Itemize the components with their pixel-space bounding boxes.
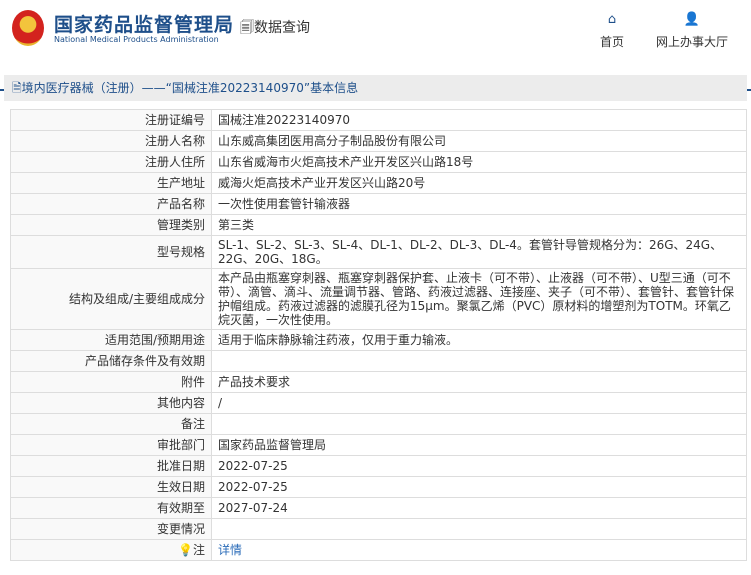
row-value: 威海火炬高技术产业开发区兴山路20号 [211,172,747,194]
row-value: 本产品由瓶塞穿刺器、瓶塞穿刺器保护套、止液卡（可不带）、止液器（可不带）、U型三… [211,268,747,330]
home-icon: ⌂ [607,12,617,27]
section-title: 境内医疗器械（注册）——“国械注准20223140970”基本信息 [21,81,359,95]
row-label: 批准日期 [10,455,212,477]
table-row: 注册人住所 山东省威海市火炬高技术产业开发区兴山路18号 [10,151,747,173]
national-emblem-logo [12,10,44,46]
site-title[interactable]: 国家药品监督管理局 [54,10,234,37]
row-label: 生产地址 [10,172,212,194]
row-value: 产品技术要求 [211,371,747,393]
row-label: 注册人名称 [10,130,212,152]
row-value [211,518,747,540]
table-row: 有效期至 2027-07-24 [10,497,747,519]
table-row: 备注 [10,413,747,435]
row-label: 审批部门 [10,434,212,456]
row-value: 山东威高集团医用高分子制品股份有限公司 [211,130,747,152]
row-value: 2027-07-24 [211,497,747,519]
site-title-en: National Medical Products Administration [54,35,219,44]
table-row: 适用范围/预期用途 适用于临床静脉输注药液，仅用于重力输液。 [10,329,747,351]
row-label: 注册人住所 [10,151,212,173]
note-label: 注 [192,543,205,557]
table-row: 生产地址 威海火炬高技术产业开发区兴山路20号 [10,172,747,194]
row-value: 第三类 [211,214,747,236]
table-row: 注册证编号 国械注准20223140970 [10,109,747,131]
row-value: 详情 [211,539,747,561]
lightbulb-icon: 💡 [178,543,193,557]
table-row: 生效日期 2022-07-25 [10,476,747,498]
row-value: / [211,392,747,414]
document-icon: 🗎 [12,81,22,95]
table-row: 结构及组成/主要组成成分 本产品由瓶塞穿刺器、瓶塞穿刺器保护套、止液卡（可不带）、… [10,268,747,330]
row-value: 一次性使用套管针输液器 [211,193,747,215]
row-label: 产品名称 [10,193,212,215]
row-value: 适用于临床静脉输注药液，仅用于重力输液。 [211,329,747,351]
document-search-icon: 🗐 [240,20,254,36]
row-label: 生效日期 [10,476,212,498]
row-label: 管理类别 [10,214,212,236]
row-label: 结构及组成/主要组成成分 [10,268,212,330]
nav-online-hall-label: 网上办事大厅 [656,35,729,49]
row-value: 国械注准20223140970 [211,109,747,131]
row-label: 适用范围/预期用途 [10,329,212,351]
table-row: 型号规格 SL-1、SL-2、SL-3、SL-4、DL-1、DL-2、DL-3、D… [10,235,747,269]
table-row: 产品名称 一次性使用套管针输液器 [10,193,747,215]
row-label: 注册证编号 [10,109,212,131]
row-value: 2022-07-25 [211,476,747,498]
table-row-note: 💡注 详情 [10,539,747,561]
row-label: 💡注 [10,539,212,561]
table-row: 注册人名称 山东威高集团医用高分子制品股份有限公司 [10,130,747,152]
user-icon: 👤 [683,12,701,27]
row-label: 型号规格 [10,235,212,269]
nav-online-hall[interactable]: 👤 网上办事大厅 [656,12,728,50]
data-query-label: 数据查询 [254,20,310,36]
row-value: SL-1、SL-2、SL-3、SL-4、DL-1、DL-2、DL-3、DL-4。… [211,235,747,269]
row-label: 附件 [10,371,212,393]
row-value: 2022-07-25 [211,455,747,477]
nav-home[interactable]: ⌂ 首页 [600,12,624,50]
row-value [211,350,747,372]
nav-home-label: 首页 [600,35,625,49]
table-row: 管理类别 第三类 [10,214,747,236]
row-label: 变更情况 [10,518,212,540]
row-label: 有效期至 [10,497,212,519]
table-row: 批准日期 2022-07-25 [10,455,747,477]
detail-table: 注册证编号 国械注准20223140970 注册人名称 山东威高集团医用高分子制品股份… [10,109,747,561]
data-query-heading: 🗐数据查询 [240,17,310,41]
table-row: 附件 产品技术要求 [10,371,747,393]
row-value: 国家药品监督管理局 [211,434,747,456]
table-row: 产品储存条件及有效期 [10,350,747,372]
table-row: 变更情况 [10,518,747,540]
row-label: 备注 [10,413,212,435]
table-row: 其他内容 / [10,392,747,414]
table-row: 审批部门 国家药品监督管理局 [10,434,747,456]
row-label: 产品储存条件及有效期 [10,350,212,372]
row-value: 山东省威海市火炬高技术产业开发区兴山路18号 [211,151,747,173]
row-label: 其他内容 [10,392,212,414]
details-link[interactable]: 详情 [218,543,242,557]
row-value [211,413,747,435]
section-title-bar: 🗎境内医疗器械（注册）——“国械注准20223140970”基本信息 [4,75,747,101]
